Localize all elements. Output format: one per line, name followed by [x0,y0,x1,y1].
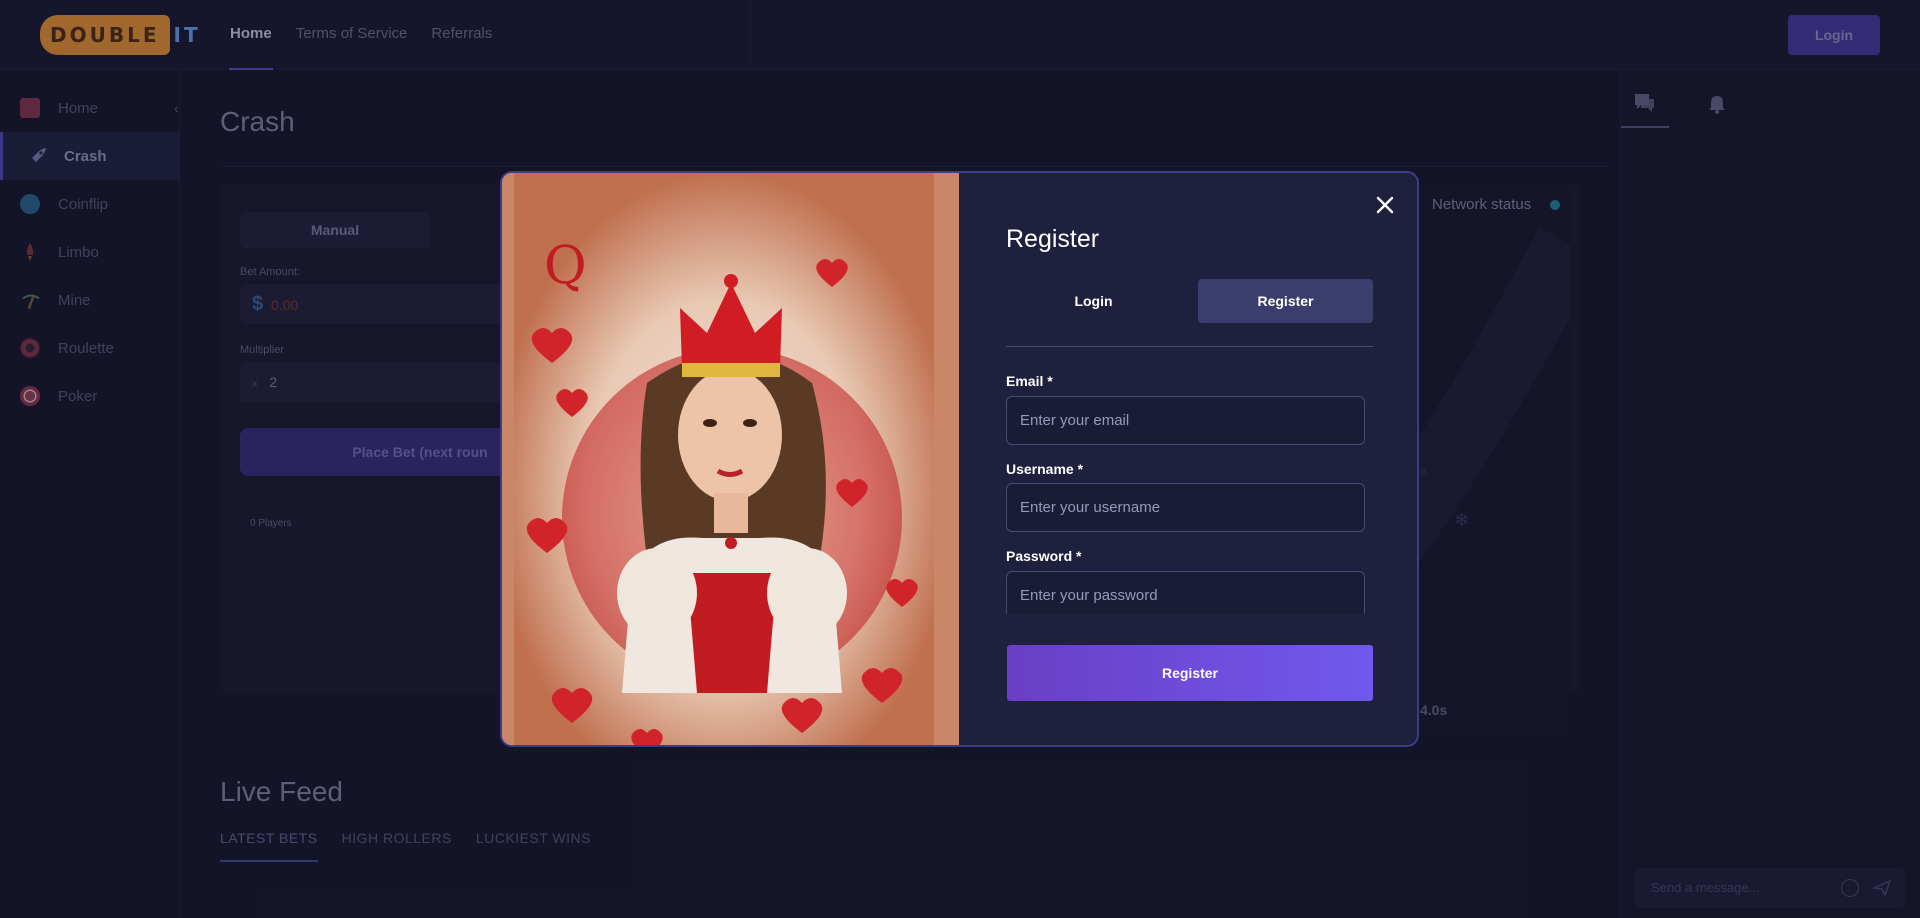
tab-register[interactable]: Register [1198,279,1373,323]
modal-divider [1006,346,1373,347]
username-label: Username * [1006,461,1083,477]
card-letter: Q [544,236,587,296]
password-field-clip [1005,571,1370,614]
username-field[interactable] [1006,483,1365,532]
password-label-text: Password [1006,548,1073,564]
tab-login[interactable]: Login [1006,279,1181,323]
email-field[interactable] [1006,396,1365,445]
required-mark: * [1076,548,1082,564]
close-icon[interactable] [1373,193,1397,217]
modal-title: Register [1006,225,1100,253]
username-label-text: Username [1006,461,1074,477]
password-field[interactable] [1006,571,1365,614]
queen-card-image: Q [502,173,959,745]
register-submit-button[interactable]: Register [1007,645,1373,701]
email-label: Email * [1006,373,1053,389]
app-root: DOUBLE IT Home Terms of Service Referral… [0,0,1920,918]
email-label-text: Email [1006,373,1044,389]
register-modal: Q Register Login Register Email * Enter … [500,171,1419,747]
required-mark: * [1047,373,1053,389]
required-mark: * [1077,461,1084,477]
password-label: Password * [1006,548,1081,564]
